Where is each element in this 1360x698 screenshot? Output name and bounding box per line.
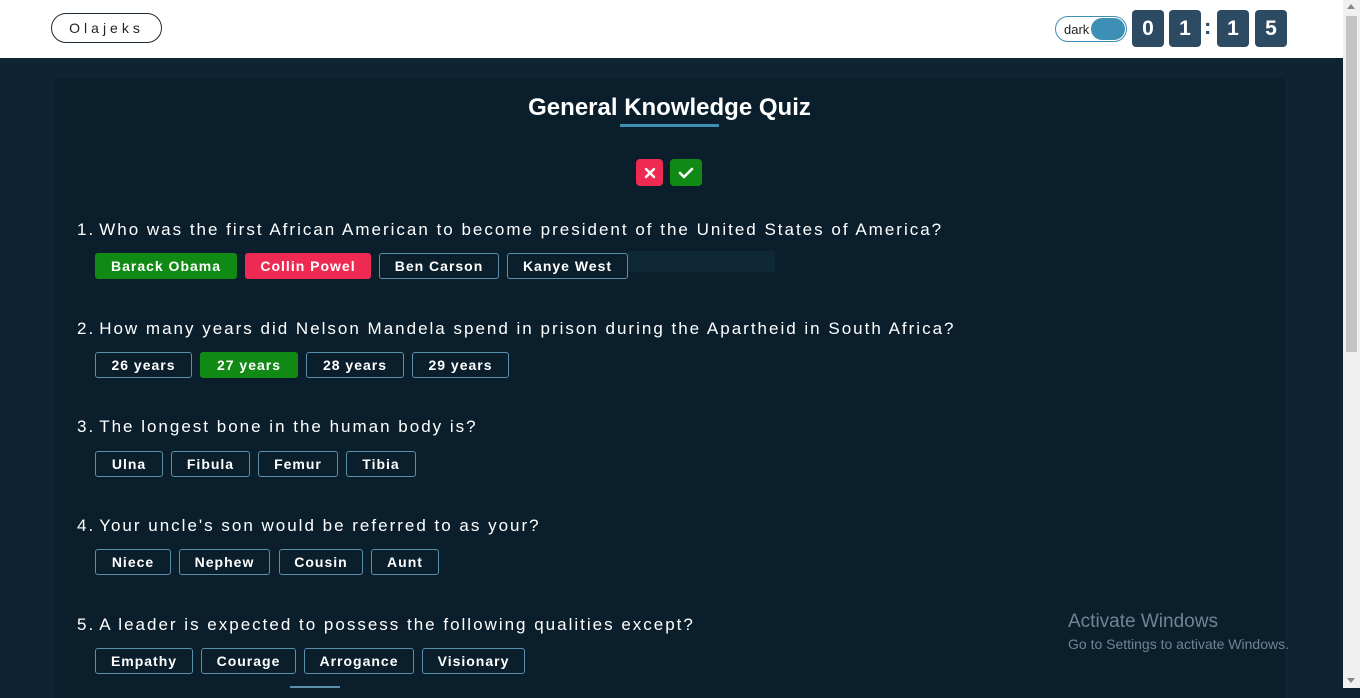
answer-option[interactable]: Barack Obama (95, 253, 237, 279)
answer-option[interactable]: Nephew (179, 549, 270, 575)
question-1: 1. Who was the first African American to … (77, 220, 943, 240)
timer-digit: 5 (1255, 10, 1287, 47)
question-text: A leader is expected to possess the foll… (99, 615, 695, 634)
answer-option[interactable]: Ulna (95, 451, 163, 477)
timer-digit: 1 (1169, 10, 1201, 47)
answer-option[interactable]: Courage (201, 648, 296, 674)
answer-option[interactable]: 29 years (412, 352, 509, 378)
theme-toggle[interactable]: dark (1055, 16, 1127, 42)
page-title: General Knowledge Quiz (528, 94, 811, 121)
check-icon (678, 167, 694, 178)
question-number: 4. (77, 516, 96, 535)
timer-separator: : (1204, 14, 1212, 39)
answer-option[interactable]: Tibia (346, 451, 416, 477)
answer-option[interactable]: Ben Carson (379, 253, 499, 279)
top-bar: Olajeks dark 0 1 : 1 5 (0, 0, 1343, 58)
answer-option[interactable]: 26 years (95, 352, 192, 378)
answer-option[interactable]: Niece (95, 549, 171, 575)
timer-digit: 1 (1217, 10, 1249, 47)
question-2: 2. How many years did Nelson Mandela spen… (77, 319, 955, 339)
question-number: 3. (77, 417, 96, 436)
submit-button[interactable] (670, 159, 702, 186)
activation-watermark-subtitle: Go to Settings to activate Windows. (1068, 636, 1289, 652)
scroll-down-arrow-icon[interactable] (1347, 678, 1355, 683)
answer-option[interactable]: Fibula (171, 451, 250, 477)
scroll-thumb[interactable] (1346, 16, 1357, 352)
scroll-up-arrow-icon[interactable] (1347, 4, 1355, 9)
question-5: 5. A leader is expected to possess the fo… (77, 615, 695, 635)
question-number: 2. (77, 319, 96, 338)
answer-option[interactable]: Arrogance (304, 648, 414, 674)
toggle-knob (1091, 18, 1125, 40)
answer-option[interactable]: Collin Powel (245, 253, 371, 279)
answer-option[interactable]: Kanye West (507, 253, 628, 279)
question-text: Who was the first African American to be… (99, 220, 944, 239)
close-button[interactable] (636, 159, 663, 186)
answer-option[interactable]: Femur (258, 451, 338, 477)
vertical-scrollbar[interactable] (1343, 0, 1360, 688)
answer-option[interactable]: 28 years (306, 352, 404, 378)
answer-option[interactable]: Visionary (422, 648, 525, 674)
title-underline (620, 124, 719, 127)
question-number: 1. (77, 220, 96, 239)
answer-option[interactable]: Cousin (279, 549, 363, 575)
question-text: Your uncle's son would be referred to as… (99, 516, 541, 535)
question-text: The longest bone in the human body is? (99, 417, 478, 436)
question-4: 4. Your uncle's son would be referred to … (77, 516, 541, 536)
answer-option[interactable]: Empathy (95, 648, 193, 674)
timer-digit: 0 (1132, 10, 1164, 47)
theme-toggle-label: dark (1064, 22, 1090, 37)
tooltip (628, 251, 775, 272)
answer-option[interactable]: 27 years (200, 352, 298, 378)
activation-watermark-title: Activate Windows (1068, 611, 1218, 632)
question-number: 5. (77, 615, 96, 634)
question-3: 3. The longest bone in the human body is? (77, 417, 478, 437)
close-icon (644, 167, 655, 178)
brand-logo-button[interactable]: Olajeks (51, 13, 162, 43)
answer-option[interactable]: Aunt (371, 549, 439, 575)
question-text: How many years did Nelson Mandela spend … (99, 319, 956, 338)
